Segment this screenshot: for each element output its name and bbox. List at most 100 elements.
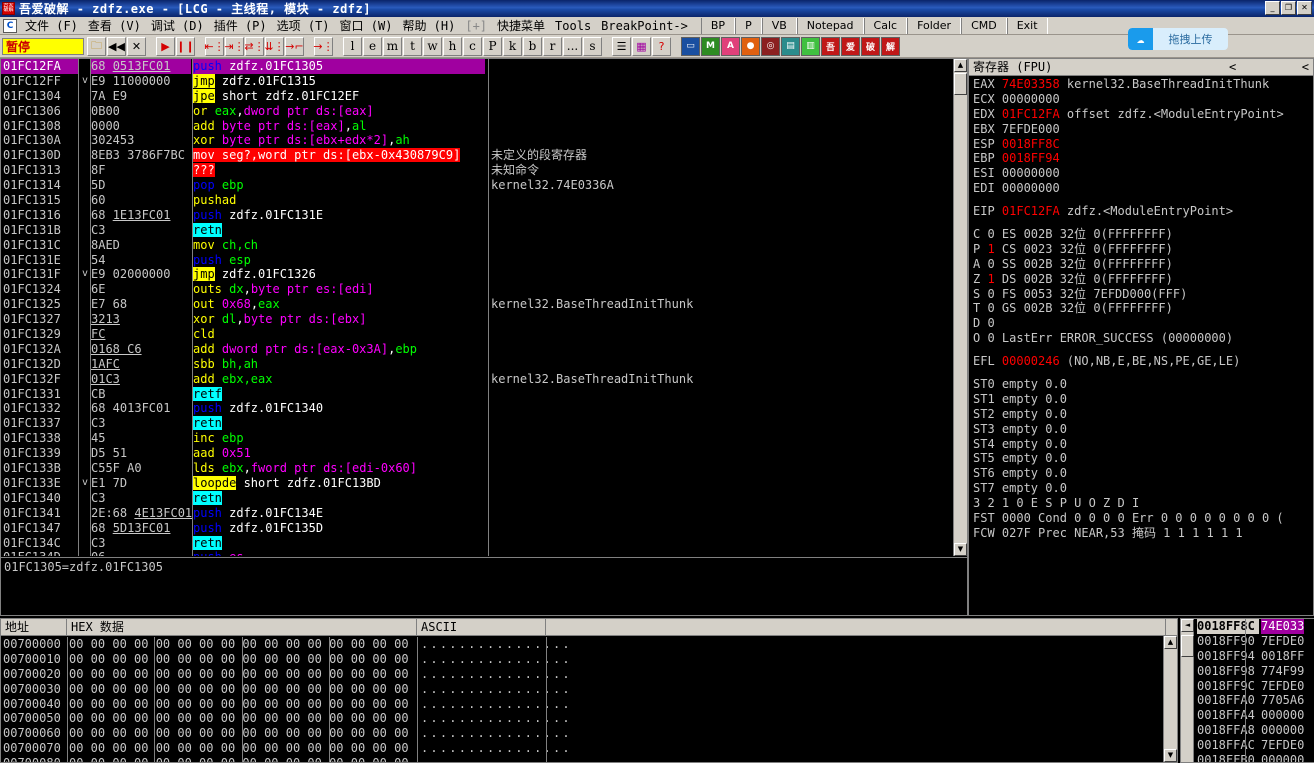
quick-button-exit[interactable]: Exit [1006,17,1048,34]
step-into-icon[interactable]: ⇤⋮ [204,36,225,56]
dump-header-1[interactable]: HEX 数据 [67,619,417,635]
fpu-fcw-row[interactable]: FCW 027F Prec NEAR,53 掩码 1 1 1 1 1 1 [973,526,1313,541]
disasm-row[interactable]: 01FC1315 60 pushad [1,193,967,208]
scroll-thumb[interactable] [954,73,967,95]
fpu-row-st4[interactable]: ST4 empty 0.0 [973,437,1313,452]
drag-upload-widget[interactable]: ☁ 拖拽上传 [1128,28,1228,50]
menu-item-7[interactable]: [+] [460,18,492,34]
disasm-row[interactable]: 01FC131B C3 retn [1,222,967,238]
register-row-esi[interactable]: ESI 00000000 [973,166,1313,181]
disasm-row[interactable]: 01FC1327 3213 xor dl,byte ptr ds:[ebx] [1,312,967,328]
open-file-icon[interactable]: 🗀 [87,36,106,56]
close-program-icon[interactable]: ✕ [127,36,146,56]
disasm-row[interactable]: 01FC134C C3 retn [1,535,967,551]
disasm-row[interactable]: 01FC134D 06push es [1,550,967,556]
disasm-row[interactable]: 01FC1337 C3 retn [1,416,967,432]
menu-item-10[interactable]: BreakPoint-> [596,18,693,34]
flag-row-p[interactable]: P 1 CS 0023 32位 0(FFFFFFFF) [973,242,1313,257]
scroll-down-icon[interactable]: ▼ [954,543,967,556]
stack-row[interactable]: 0018FFAC 7EFDE0 [1195,738,1314,753]
toolbar-window-w-button[interactable]: w [423,36,442,56]
toolbar-window-t-button[interactable]: t [403,36,422,56]
register-row-eax[interactable]: EAX 74E03358 kernel32.BaseThreadInitThun… [973,77,1313,92]
disasm-row[interactable]: 01FC1347 68 5D13FC01 push zdfz.01FC135D [1,520,967,536]
disasm-row[interactable]: 01FC1304 7A E9 jpe short zdfz.01FC12EF [1,88,967,104]
plugin-red2-icon[interactable]: 爱 [841,36,860,56]
dump-header-3[interactable] [546,619,1166,635]
disasm-row[interactable]: 01FC131C 8AED mov ch,ch [1,237,967,253]
disasm-row[interactable]: 01FC1331 CB retf [1,386,967,402]
window-controls[interactable]: _ ❐ ✕ [1265,1,1312,15]
plugin-red4-icon[interactable]: 解 [881,36,900,56]
disasm-row[interactable]: 01FC1329 FC cld [1,327,967,342]
plugin-darkred-icon[interactable]: ◎ [761,36,780,56]
dump-row[interactable]: 00700000 00 00 00 00 00 00 00 00 00 00 00… [1,637,1163,652]
fpu-row-st5[interactable]: ST5 empty 0.0 [973,451,1313,466]
disasm-row[interactable]: 01FC133B C55F A0 lds ebx,fword ptr ds:[edi… [1,461,967,476]
toolbar-window-P-button[interactable]: P [483,36,502,56]
stack-scrollbar[interactable]: ◄ [1181,619,1194,762]
flag-row-o[interactable]: O 0 LastErr ERROR_SUCCESS (00000000) [973,331,1313,346]
quick-button-p[interactable]: P [735,17,762,34]
dump-row[interactable]: 00700050 00 00 00 00 00 00 00 00 00 00 00… [1,711,1163,726]
stack-row[interactable]: 0018FFB0 000000 [1195,753,1314,762]
fpu-row-st6[interactable]: ST6 empty 0.0 [973,466,1313,481]
dump-row[interactable]: 00700020 00 00 00 00 00 00 00 00 00 00 00… [1,667,1163,682]
flag-row-c[interactable]: C 0 ES 002B 32位 0(FFFFFFFF) [973,227,1313,242]
disasm-row[interactable]: 01FC1332 68 4013FC01 push zdfz.01FC1340 [1,401,967,417]
stack-scroll-up-icon[interactable]: ◄ [1181,619,1194,632]
stack-row[interactable]: 0018FF9C 7EFDE0 [1195,679,1314,694]
disasm-row[interactable]: 01FC1338 45 inc ebp [1,431,967,447]
register-row-ebp[interactable]: EBP 0018FF94 [973,151,1313,166]
execute-till-return-icon[interactable]: →⌐ [285,36,304,56]
register-row-edx[interactable]: EDX 01FC12FA offset zdfz.<ModuleEntryPoi… [973,107,1313,122]
minimize-button[interactable]: _ [1265,1,1280,15]
stack-row[interactable]: 0018FF8C 74E033 [1195,619,1314,634]
disasm-row[interactable]: 01FC133E v E1 7D loopde short zdfz.01FC13BD [1,475,967,491]
quick-button-folder[interactable]: Folder [907,17,962,34]
disasm-row[interactable]: 01FC1316 68 1E13FC01 push zdfz.01FC131E [1,207,967,223]
dump-row[interactable]: 00700010 00 00 00 00 00 00 00 00 00 00 00… [1,652,1163,667]
menu-item-4[interactable]: 选项 (T) [272,16,335,35]
register-row-eip[interactable]: EIP 01FC12FA zdfz.<ModuleEntryPoint> [973,204,1313,219]
toolbar-window-h-button[interactable]: h [443,36,462,56]
flag-row-s[interactable]: S 0 FS 0053 32位 7EFDD000(FFF) [973,287,1313,302]
memory-dump-list[interactable]: 00700000 00 00 00 00 00 00 00 00 00 00 00… [1,637,1163,762]
menu-item-8[interactable]: 快捷菜单 [492,16,550,35]
dump-row[interactable]: 00700040 00 00 00 00 00 00 00 00 00 00 00… [1,697,1163,712]
disasm-row[interactable]: 01FC1325 E7 68 out 0x68,eax kernel32.BaseTh… [1,297,967,313]
trace-into-icon[interactable]: ⇄⋮ [244,36,265,56]
registers-list[interactable]: EAX 74E03358 kernel32.BaseThreadInitThun… [969,77,1313,615]
disasm-row[interactable]: 01FC130A 302453 xor byte ptr ds:[ebx+edx*2… [1,133,967,149]
toolbar-window-e-button[interactable]: e [363,36,382,56]
register-row-edi[interactable]: EDI 00000000 [973,181,1313,196]
disasm-row[interactable]: 01FC12FA 68 0513FC01 push zdfz.01FC1305 [1,59,967,74]
toolbar-window-c-button[interactable]: c [463,36,482,56]
close-button[interactable]: ✕ [1297,1,1312,15]
dump-row[interactable]: 00700060 00 00 00 00 00 00 00 00 00 00 00… [1,726,1163,741]
run-to-cursor-icon[interactable]: →⋮ [313,36,334,56]
dump-header-2[interactable]: ASCII [417,619,546,635]
fpu-row-st7[interactable]: ST7 empty 0.0 [973,481,1313,496]
stack-row[interactable]: 0018FFA4 000000 [1195,708,1314,723]
mdi-system-icon[interactable]: C [3,18,17,33]
toolbar-window-l-button[interactable]: l [343,36,362,56]
menu-item-6[interactable]: 帮助 (H) [397,16,460,35]
plugin-red1-icon[interactable]: 吾 [821,36,840,56]
disasm-row[interactable]: 01FC131E 54 push esp [1,252,967,268]
toolbar-window-m-button[interactable]: m [383,36,402,56]
disasm-row[interactable]: 01FC1313 8F??? 未知命令 [1,163,967,179]
plugin-red3-icon[interactable]: 破 [861,36,880,56]
quick-button-cmd[interactable]: CMD [961,17,1007,34]
toolbar-window-r-button[interactable]: r [543,36,562,56]
disasm-row[interactable]: 01FC131F v E9 02000000 jmp zdfz.01FC1326 [1,267,967,283]
menu-item-9[interactable]: Tools [550,18,596,34]
dump-scroll-up-icon[interactable]: ▲ [1164,636,1177,649]
fpu-row-st0[interactable]: ST0 empty 0.0 [973,377,1313,392]
toolbar-window-k-button[interactable]: k [503,36,522,56]
flag-row-a[interactable]: A 0 SS 002B 32位 0(FFFFFFFF) [973,257,1313,272]
dump-scroll-down-icon[interactable]: ▼ [1164,749,1177,762]
stack-row[interactable]: 0018FF90 7EFDE0 [1195,634,1314,649]
dump-row[interactable]: 00700080 00 00 00 00 00 00 00 00 00 00 00… [1,756,1163,762]
stack-scroll-thumb[interactable] [1181,635,1194,657]
